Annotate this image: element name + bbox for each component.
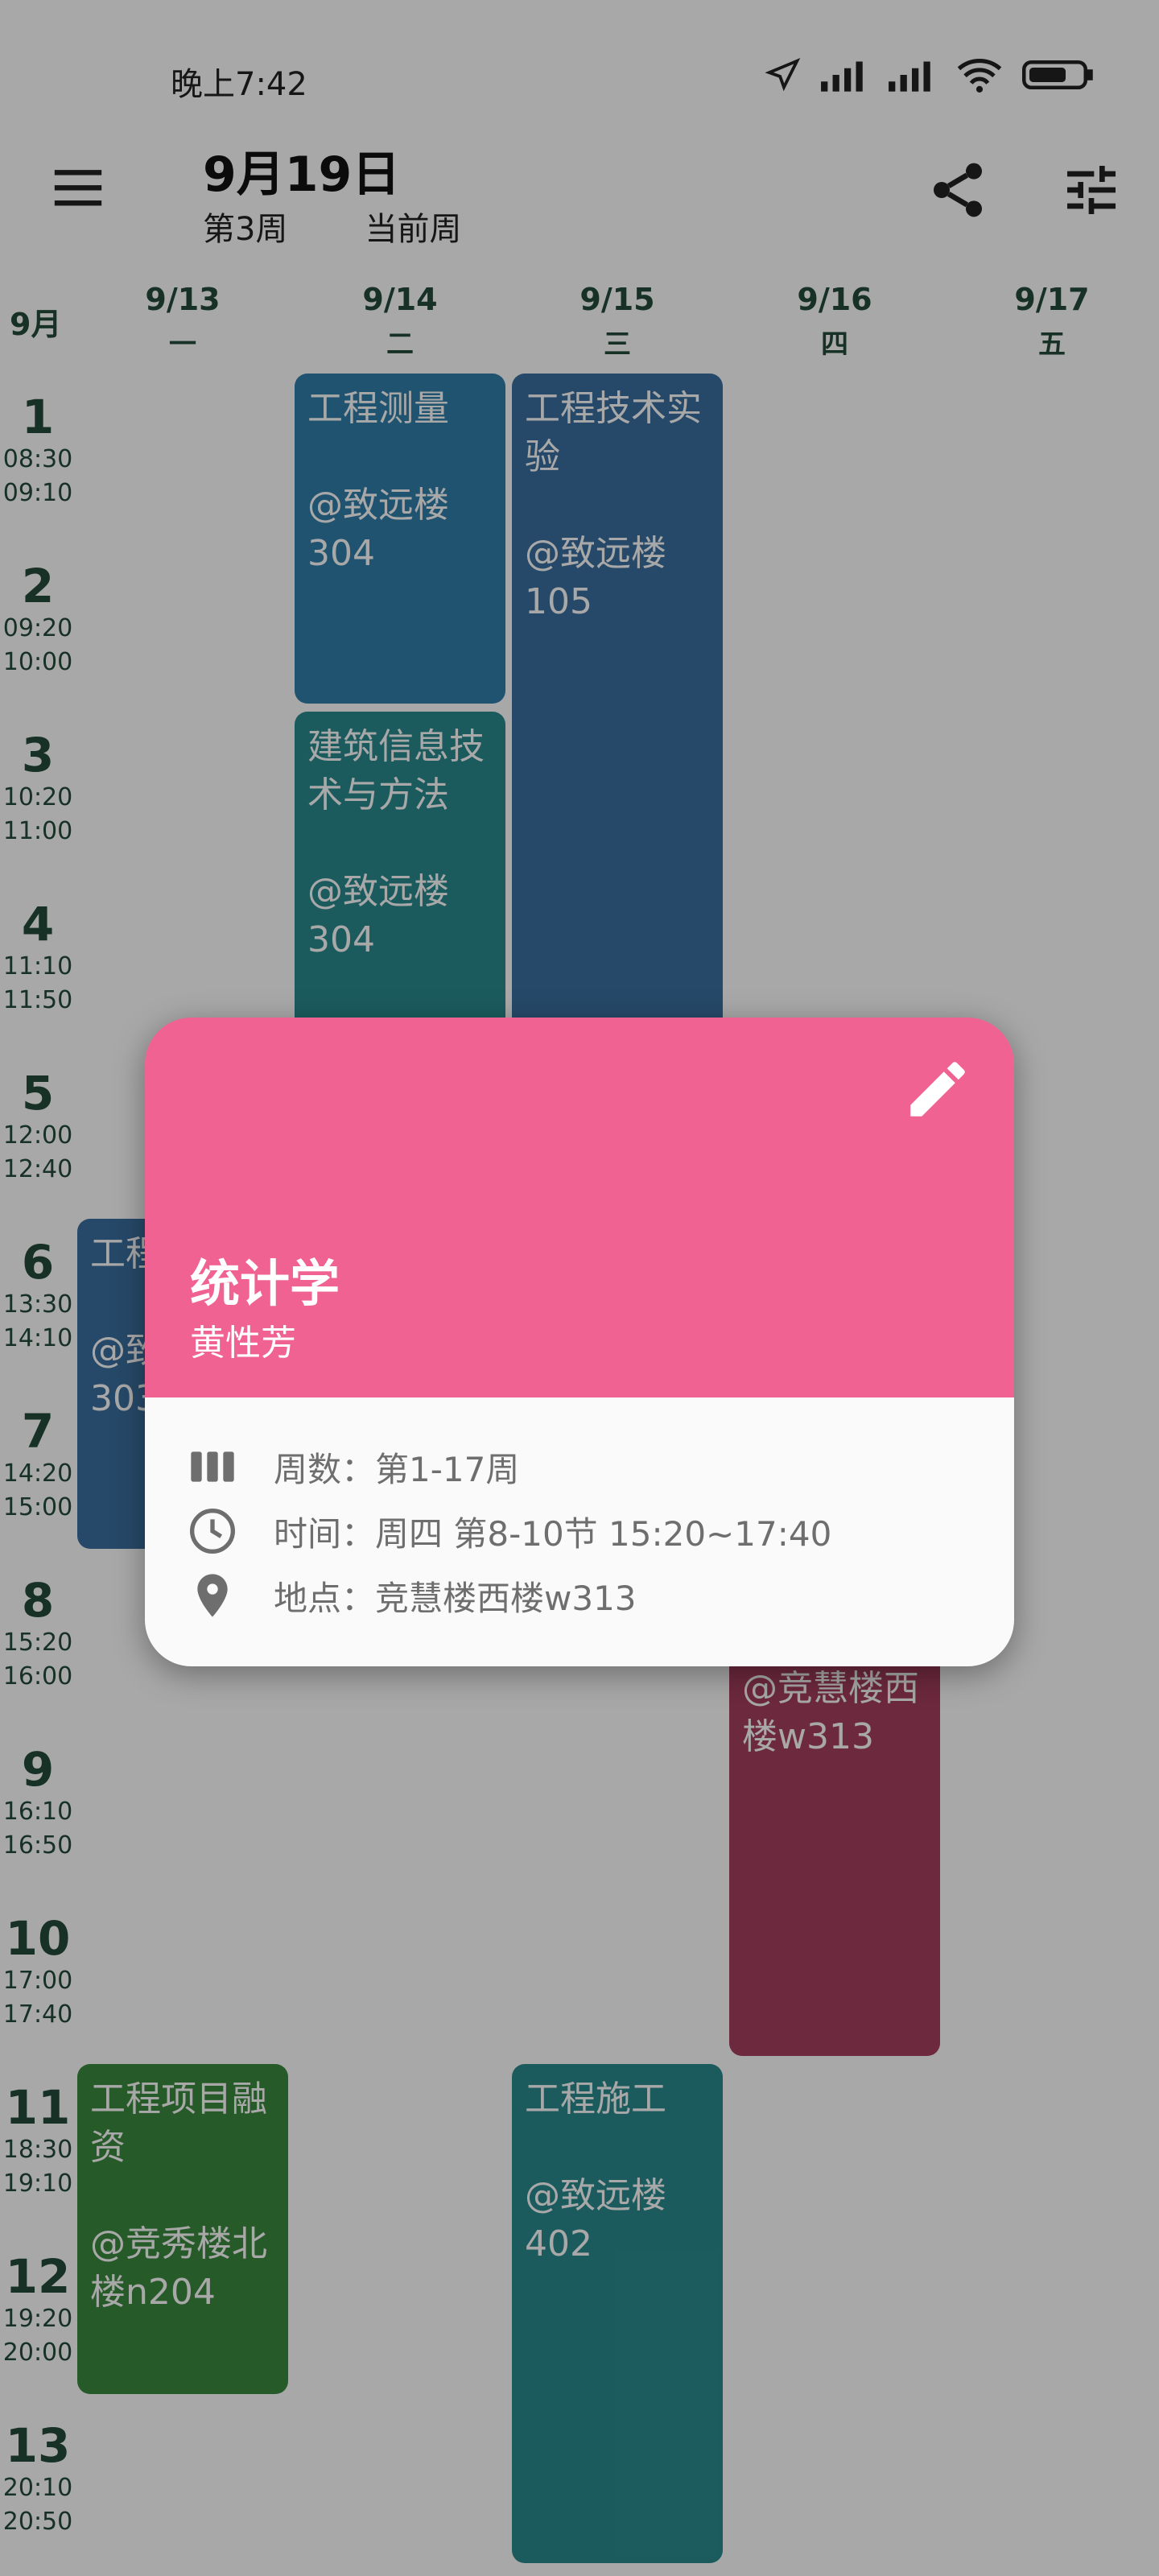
place-text: 地点：竞慧楼西楼w313 xyxy=(274,1578,637,1618)
weeks-row: 周数：第1-17周 xyxy=(187,1441,519,1492)
course-detail-card: 统计学 黄性芳 周数：第1-17周 时间：周四 第8-10节 15:20~17:… xyxy=(145,1018,1014,1666)
location-pin-icon xyxy=(197,1574,228,1617)
course-teacher: 黄性芳 xyxy=(190,1323,296,1364)
weeks-text: 周数：第1-17周 xyxy=(274,1449,520,1489)
clock-icon xyxy=(190,1509,235,1554)
time-row: 时间：周四 第8-10节 15:20~17:40 xyxy=(187,1505,831,1557)
course-name: 统计学 xyxy=(190,1254,340,1313)
place-row: 地点：竞慧楼西楼w313 xyxy=(187,1570,637,1621)
time-text: 时间：周四 第8-10节 15:20~17:40 xyxy=(274,1513,832,1554)
weeks-icon xyxy=(191,1451,234,1482)
edit-icon[interactable] xyxy=(901,1053,974,1125)
card-header: 统计学 黄性芳 xyxy=(145,1018,1014,1397)
card-details: 周数：第1-17周 时间：周四 第8-10节 15:20~17:40 地点：竞慧… xyxy=(145,1397,1014,1666)
